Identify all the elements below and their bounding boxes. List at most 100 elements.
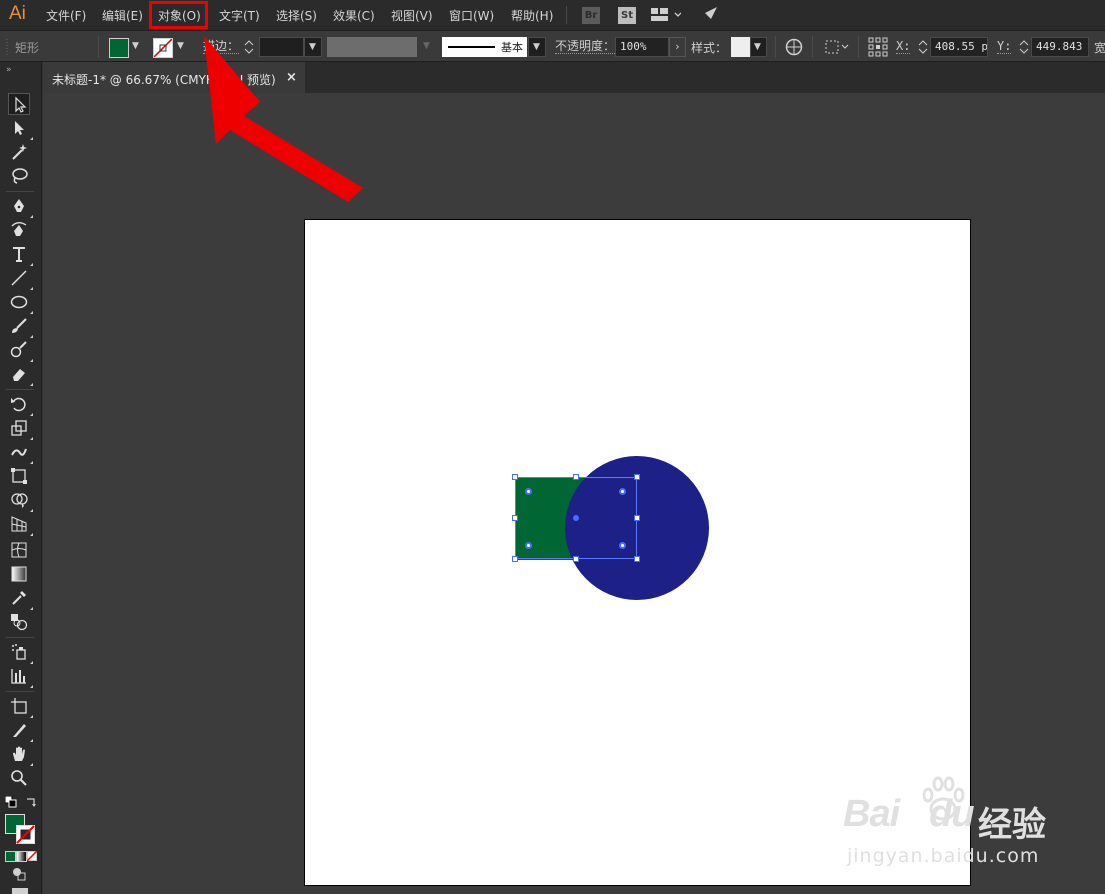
variable-width-chevron-icon[interactable]: ▼ (423, 41, 430, 51)
paw-logo-icon (922, 776, 965, 821)
width-label[interactable]: 宽 (1094, 39, 1105, 56)
mesh-tool-icon[interactable] (8, 539, 30, 561)
graphic-style-dropdown[interactable]: ▼ (750, 37, 767, 57)
scale-tool-icon[interactable] (8, 417, 33, 440)
resize-handle-bottom[interactable] (573, 556, 579, 562)
y-position-label[interactable]: Y: (997, 39, 1012, 54)
fill-chevron-down-icon[interactable]: ▼ (132, 41, 139, 51)
x-position-label[interactable]: X: (896, 39, 911, 54)
slice-tool-icon[interactable] (8, 719, 33, 742)
lasso-icon[interactable] (8, 165, 30, 187)
brush-definition-label: 基本 (501, 41, 523, 54)
y-position-input[interactable]: 449.843 px (1031, 37, 1089, 57)
stroke-chevron-down-icon[interactable]: ▼ (177, 41, 184, 51)
gradient-mode-icon[interactable] (16, 851, 27, 862)
opacity-expand-button[interactable]: › (669, 37, 686, 57)
selection-tool-icon[interactable] (8, 93, 30, 115)
baidu-watermark: Bai du 经验 jingyan.baidu.com (843, 775, 1053, 870)
stroke-color-box[interactable] (16, 825, 35, 844)
eraser-icon[interactable] (8, 363, 33, 386)
control-divider (858, 36, 859, 58)
red-arrow-annotation (204, 36, 363, 202)
resize-handle-bottom-right[interactable] (634, 556, 640, 562)
current-tool-name: 矩形 (15, 41, 40, 55)
line-tool-icon[interactable] (8, 267, 33, 290)
workspace-switcher-icon[interactable] (651, 8, 681, 22)
resize-handle-left[interactable] (512, 515, 518, 521)
opacity-input[interactable]: 100% (615, 37, 669, 57)
gpu-performance-icon[interactable] (700, 6, 718, 24)
rotate-tool-icon[interactable] (8, 393, 33, 416)
bridge-icon[interactable]: Br (582, 7, 600, 24)
shaper-tool-icon[interactable] (8, 339, 33, 362)
drawing-modes-icon[interactable] (12, 867, 26, 881)
magic-wand-icon[interactable] (8, 141, 30, 163)
none-mode-icon[interactable] (27, 851, 37, 861)
corner-radius-widget[interactable] (525, 488, 532, 495)
perspective-grid-icon[interactable] (8, 513, 33, 536)
y-stepper-icon[interactable] (1019, 39, 1029, 55)
corner-radius-widget[interactable] (525, 542, 532, 549)
stroke-color-swatch[interactable] (153, 38, 173, 58)
no-stroke-icon (154, 39, 172, 57)
stock-icon[interactable]: St (618, 7, 636, 24)
resize-handle-top-left[interactable] (512, 474, 518, 480)
column-graph-icon[interactable] (8, 665, 33, 688)
resize-handle-top-right[interactable] (634, 474, 640, 480)
control-bar: 矩形 ▼ ▼ 描边： ▼ ▼ 基本 ▼ 不透明度： 100% › 样式： ▼ X… (0, 30, 1105, 62)
resize-handle-bottom-left[interactable] (512, 556, 518, 562)
symbol-sprayer-icon[interactable] (8, 641, 33, 664)
menu-view[interactable]: 视图(V) (391, 7, 433, 24)
control-bar-grip-icon[interactable] (5, 39, 9, 55)
artboard-tool-icon[interactable] (8, 695, 33, 718)
stroke-line-preview (448, 46, 495, 48)
screen-mode-icon[interactable] (12, 888, 28, 894)
menu-select[interactable]: 选择(S) (276, 7, 317, 24)
color-mode-icon[interactable] (5, 851, 16, 862)
menu-type[interactable]: 文字(T) (219, 7, 260, 24)
toolbar-divider (6, 691, 34, 692)
puppet-warp-icon[interactable] (8, 441, 33, 464)
free-transform-icon[interactable] (8, 465, 30, 487)
direct-selection-tool-icon[interactable] (8, 117, 33, 140)
graphic-style-swatch[interactable] (731, 37, 750, 57)
default-colors-icon[interactable] (5, 796, 17, 808)
type-tool-icon[interactable] (8, 243, 33, 266)
collapse-panel-icon[interactable]: » (6, 65, 12, 75)
eyedropper-icon[interactable] (8, 587, 33, 610)
menu-object-highlight-box (149, 1, 208, 29)
menu-edit[interactable]: 编辑(E) (102, 7, 143, 24)
fill-color-swatch[interactable] (109, 38, 129, 58)
reference-point-icon[interactable] (868, 37, 888, 57)
shape-builder-icon[interactable] (8, 489, 33, 512)
zoom-tool-icon[interactable] (8, 767, 30, 789)
menu-effect[interactable]: 效果(C) (333, 7, 375, 24)
app-logo: Ai (9, 3, 26, 24)
corner-radius-widget[interactable] (619, 542, 626, 549)
corner-radius-widget[interactable] (619, 488, 626, 495)
resize-handle-top[interactable] (573, 474, 579, 480)
curvature-tool-icon[interactable] (8, 219, 30, 241)
x-stepper-icon[interactable] (918, 39, 928, 55)
resize-handle-right[interactable] (634, 515, 640, 521)
align-to-selection-icon[interactable] (825, 40, 851, 54)
swap-colors-icon[interactable] (25, 796, 37, 808)
brush-definition-dropdown[interactable]: ▼ (528, 37, 546, 57)
ellipse-tool-icon[interactable] (8, 291, 33, 314)
brush-definition-preview[interactable]: 基本 (442, 37, 527, 57)
menu-help[interactable]: 帮助(H) (511, 7, 553, 24)
hand-tool-icon[interactable] (8, 743, 33, 766)
center-point (573, 515, 579, 521)
blend-tool-icon[interactable] (8, 611, 30, 633)
watermark-cn: 经验 (978, 805, 1046, 845)
menu-window[interactable]: 窗口(W) (449, 7, 494, 24)
graphic-style-label: 样式： (691, 41, 728, 55)
recolor-artwork-icon[interactable] (785, 38, 803, 56)
pen-tool-icon[interactable] (8, 195, 33, 218)
opacity-label[interactable]: 不透明度： (555, 39, 616, 54)
gradient-tool-icon[interactable] (8, 563, 30, 585)
menu-file[interactable]: 文件(F) (46, 7, 86, 24)
paintbrush-icon[interactable] (8, 315, 33, 338)
x-position-input[interactable]: 408.55 px (930, 37, 988, 57)
watermark-url: jingyan.baidu.com (847, 845, 1040, 867)
